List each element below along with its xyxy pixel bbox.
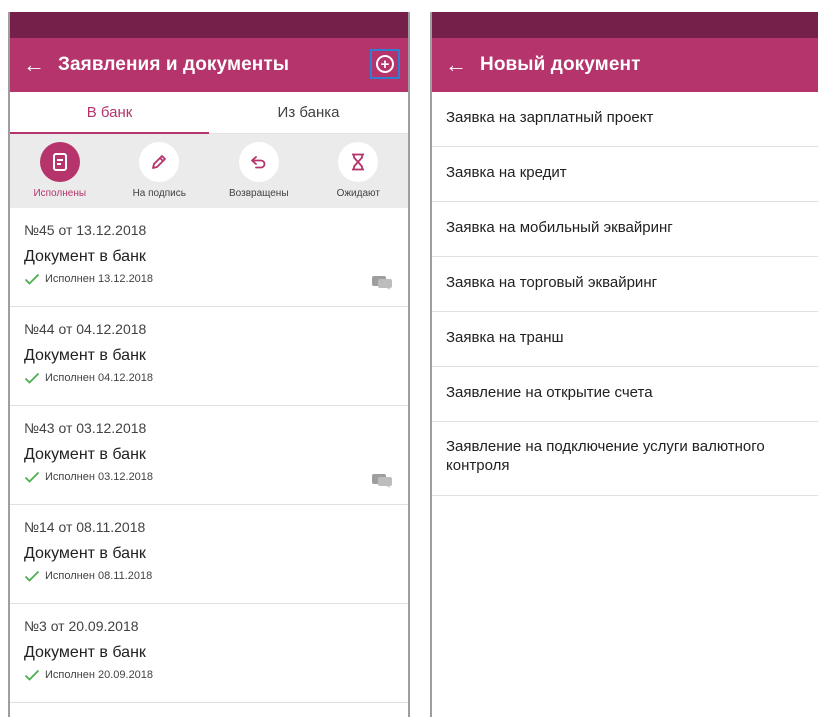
document-status: Исполнен 04.12.2018 [24, 372, 394, 384]
status-text: Исполнен 13.12.2018 [45, 273, 154, 285]
menu-item-salary-project[interactable]: Заявка на зарплатный проект [432, 92, 818, 147]
comment-icon[interactable] [372, 474, 392, 488]
list-item[interactable]: №3 от 20.09.2018 Документ в банк Исполне… [10, 604, 408, 703]
status-bar [10, 12, 408, 38]
arrow-left-icon[interactable]: ← [432, 38, 480, 92]
check-icon [24, 273, 40, 285]
check-icon [24, 669, 40, 681]
document-status: Исполнен 03.12.2018 [24, 471, 394, 483]
page-title: Заявления и документы [58, 54, 290, 75]
hourglass-icon [338, 142, 379, 182]
document-status: Исполнен 13.12.2018 [24, 273, 394, 285]
document-name: Документ в банк [24, 248, 146, 265]
document-name: Документ в банк [24, 644, 146, 661]
status-text: Исполнен 08.11.2018 [45, 570, 153, 582]
document-status: Исполнен 20.09.2018 [24, 669, 394, 681]
check-icon [24, 372, 40, 384]
document-number: №3 от 20.09.2018 [24, 618, 139, 634]
list-item[interactable]: №14 от 08.11.2018 Документ в банк Исполн… [10, 505, 408, 604]
document-number: №43 от 03.12.2018 [24, 420, 147, 436]
filter-pending[interactable]: Ожидают [309, 134, 409, 208]
filter-returned[interactable]: Возвращены [209, 134, 309, 208]
menu-item-currency-control[interactable]: Заявление на подключение услуги валютног… [432, 422, 818, 496]
check-icon [24, 570, 40, 582]
filter-label: Ожидают [336, 188, 380, 199]
document-number: №14 от 08.11.2018 [24, 519, 146, 535]
plus-circle-icon: + [376, 55, 394, 73]
list-item[interactable]: №43 от 03.12.2018 Документ в банк Исполн… [10, 406, 408, 505]
app-bar: ← Заявления и документы + [10, 38, 408, 92]
document-icon [39, 142, 80, 182]
document-number: №45 от 13.12.2018 [24, 222, 147, 238]
document-name: Документ в банк [24, 347, 146, 364]
add-document-button[interactable]: + [370, 49, 400, 79]
app-bar: ← Новый документ [432, 38, 818, 92]
new-document-screen: ← Новый документ Заявка на зарплатный пр… [430, 12, 818, 717]
tab-to-bank[interactable]: В банк [10, 92, 209, 134]
document-list: №45 от 13.12.2018 Документ в банк Исполн… [10, 208, 408, 703]
list-item[interactable]: №45 от 13.12.2018 Документ в банк Исполн… [10, 208, 408, 307]
filter-executed[interactable]: Исполнены [10, 134, 110, 208]
menu-item-trade-acquiring[interactable]: Заявка на торговый эквайринг [432, 257, 818, 312]
document-name: Документ в банк [24, 545, 146, 562]
menu-item-open-account[interactable]: Заявление на открытие счета [432, 367, 818, 422]
document-name: Документ в банк [24, 446, 146, 463]
filter-label: Возвращены [228, 188, 289, 199]
menu-item-tranche[interactable]: Заявка на транш [432, 312, 818, 367]
page-title: Новый документ [480, 54, 641, 75]
status-text: Исполнен 03.12.2018 [45, 471, 154, 483]
status-bar [432, 12, 818, 38]
status-filters: Исполнены На подпись Возвращены Ожидают [10, 134, 408, 208]
filter-label: На подпись [132, 188, 186, 199]
arrow-left-icon[interactable]: ← [10, 38, 58, 92]
return-arrow-icon [238, 142, 279, 182]
check-icon [24, 471, 40, 483]
menu-item-credit[interactable]: Заявка на кредит [432, 147, 818, 202]
status-text: Исполнен 20.09.2018 [45, 669, 154, 681]
document-status: Исполнен 08.11.2018 [24, 570, 394, 582]
menu-item-mobile-acquiring[interactable]: Заявка на мобильный эквайринг [432, 202, 818, 257]
pencil-icon [139, 142, 180, 182]
direction-tabs: В банк Из банка [10, 92, 408, 134]
tab-from-bank[interactable]: Из банка [209, 92, 408, 133]
document-type-list: Заявка на зарплатный проект Заявка на кр… [432, 92, 818, 496]
filter-to-sign[interactable]: На подпись [110, 134, 210, 208]
comment-icon[interactable] [372, 276, 392, 290]
document-number: №44 от 04.12.2018 [24, 321, 147, 337]
filter-label: Исполнены [33, 188, 87, 199]
documents-screen: ← Заявления и документы + В банк Из банк… [8, 12, 410, 717]
status-text: Исполнен 04.12.2018 [45, 372, 154, 384]
list-item[interactable]: №44 от 04.12.2018 Документ в банк Исполн… [10, 307, 408, 406]
